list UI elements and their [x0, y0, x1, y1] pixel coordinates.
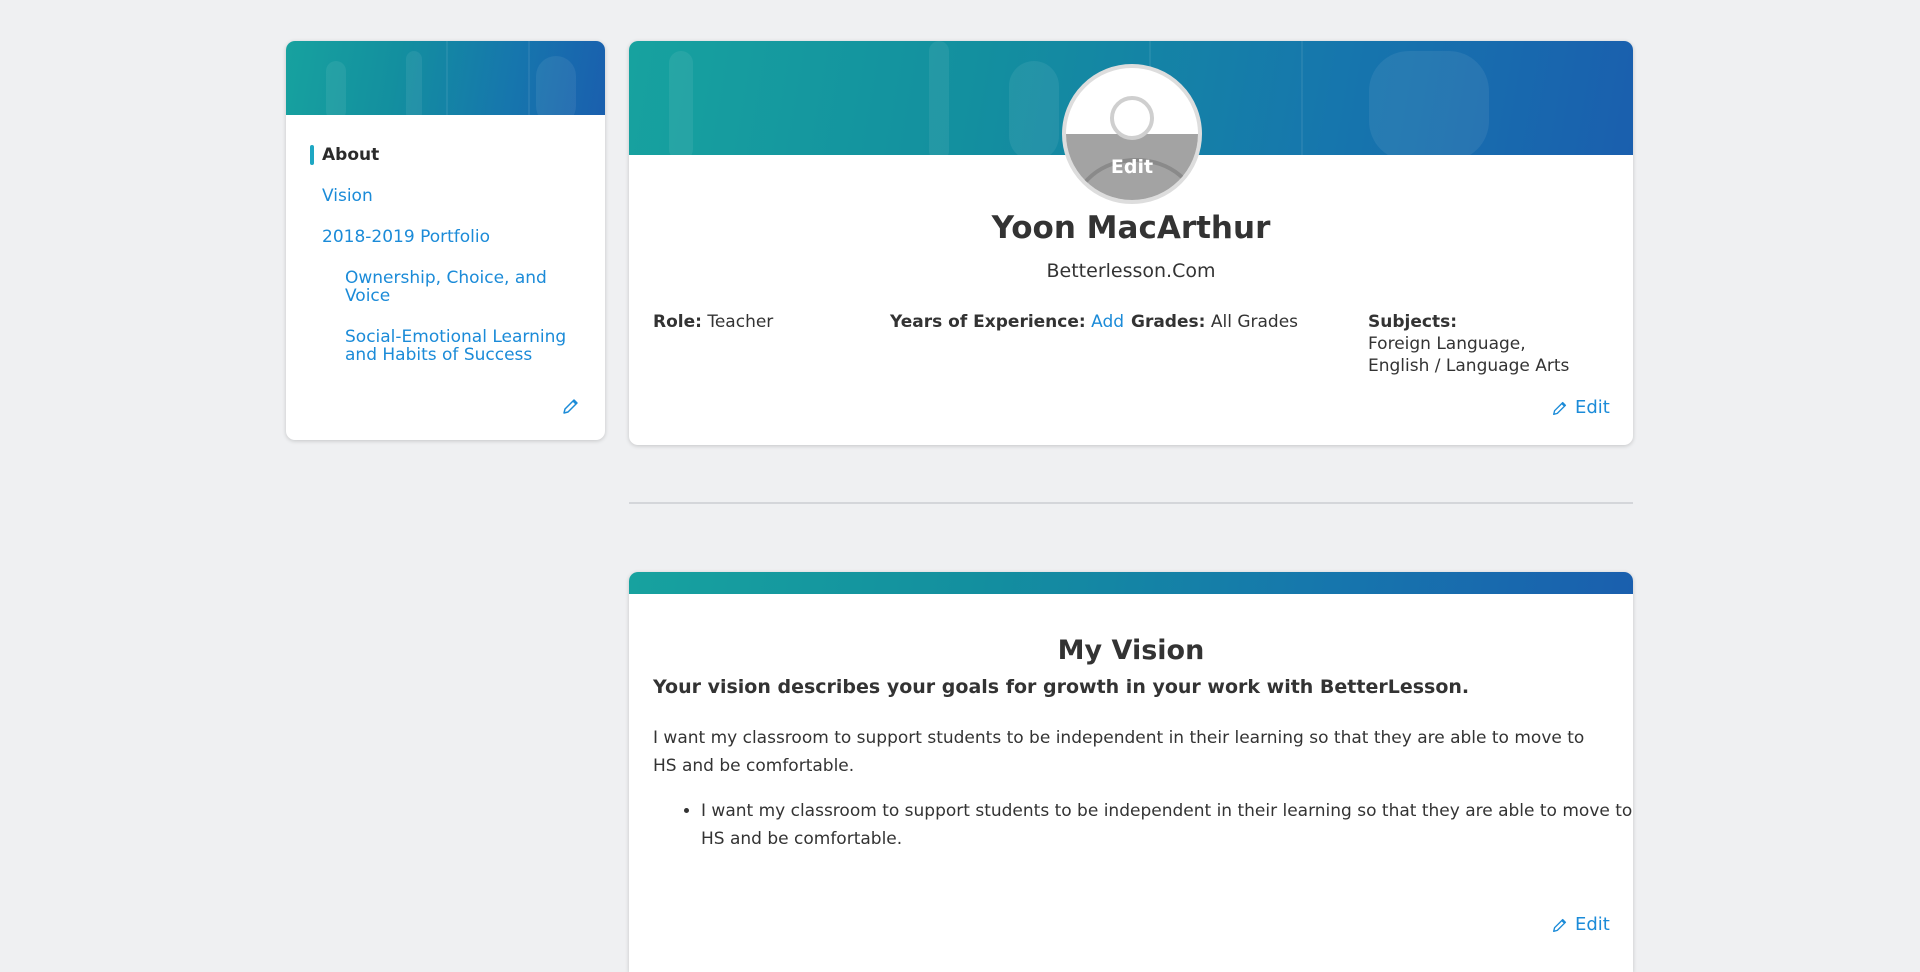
sidebar-item-vision[interactable]: Vision	[322, 187, 373, 205]
edit-profile-label: Edit	[1575, 397, 1610, 418]
sidebar-banner	[286, 41, 605, 115]
add-experience-link[interactable]: Add	[1091, 312, 1124, 332]
sidebar-card: About Vision 2018-2019 Portfolio Ownersh…	[286, 41, 605, 440]
edit-vision-label: Edit	[1575, 914, 1610, 935]
avatar-edit-label[interactable]: Edit	[1066, 156, 1198, 178]
person-icon	[1110, 96, 1154, 140]
role-label: Role:	[653, 312, 702, 332]
experience-label: Years of Experience:	[890, 312, 1086, 332]
vision-paragraph: I want my classroom to support students …	[653, 728, 1585, 776]
active-indicator	[310, 145, 314, 165]
sidebar-item-social-emotional[interactable]: Social-Emotional Learning and Habits of …	[345, 328, 575, 364]
pencil-icon	[1553, 401, 1567, 415]
role-field: Role: Teacher	[653, 311, 773, 333]
grades-value: All Grades	[1210, 312, 1299, 332]
profile-organization: Betterlesson.Com	[1046, 260, 1216, 282]
role-value: Teacher	[707, 312, 774, 332]
subjects-label: Subjects:	[1368, 312, 1457, 332]
profile-card: Edit Yoon MacArthur Betterlesson.Com Rol…	[629, 41, 1633, 445]
subjects-field: Subjects: Foreign Language, English / La…	[1368, 311, 1569, 377]
subject-item: Foreign Language,	[1368, 334, 1526, 354]
sidebar-item-portfolio[interactable]: 2018-2019 Portfolio	[322, 228, 490, 246]
grades-field: Grades: All Grades	[1131, 311, 1298, 333]
section-divider	[629, 502, 1633, 504]
vision-card: My Vision Your vision describes your goa…	[629, 572, 1633, 972]
edit-vision-button[interactable]: Edit	[1551, 914, 1610, 935]
edit-profile-button[interactable]: Edit	[1551, 397, 1610, 418]
vision-title: My Vision	[1057, 635, 1205, 666]
pencil-icon[interactable]	[561, 396, 581, 416]
profile-name: Yoon MacArthur	[991, 210, 1271, 246]
experience-field: Years of Experience: Add	[890, 311, 1124, 333]
pencil-icon	[1553, 918, 1567, 932]
subject-item: English / Language Arts	[1368, 356, 1570, 376]
avatar[interactable]: Edit	[1062, 64, 1202, 204]
sidebar-item-ownership[interactable]: Ownership, Choice, and Voice	[345, 269, 565, 305]
grades-label: Grades:	[1131, 312, 1206, 332]
vision-description: Your vision describes your goals for gro…	[653, 676, 1470, 698]
vision-banner	[629, 572, 1633, 594]
list-item: I want my classroom to support students …	[701, 797, 1633, 853]
vision-bullet-list: I want my classroom to support students …	[653, 797, 1633, 853]
sidebar-item-about[interactable]: About	[322, 146, 379, 164]
